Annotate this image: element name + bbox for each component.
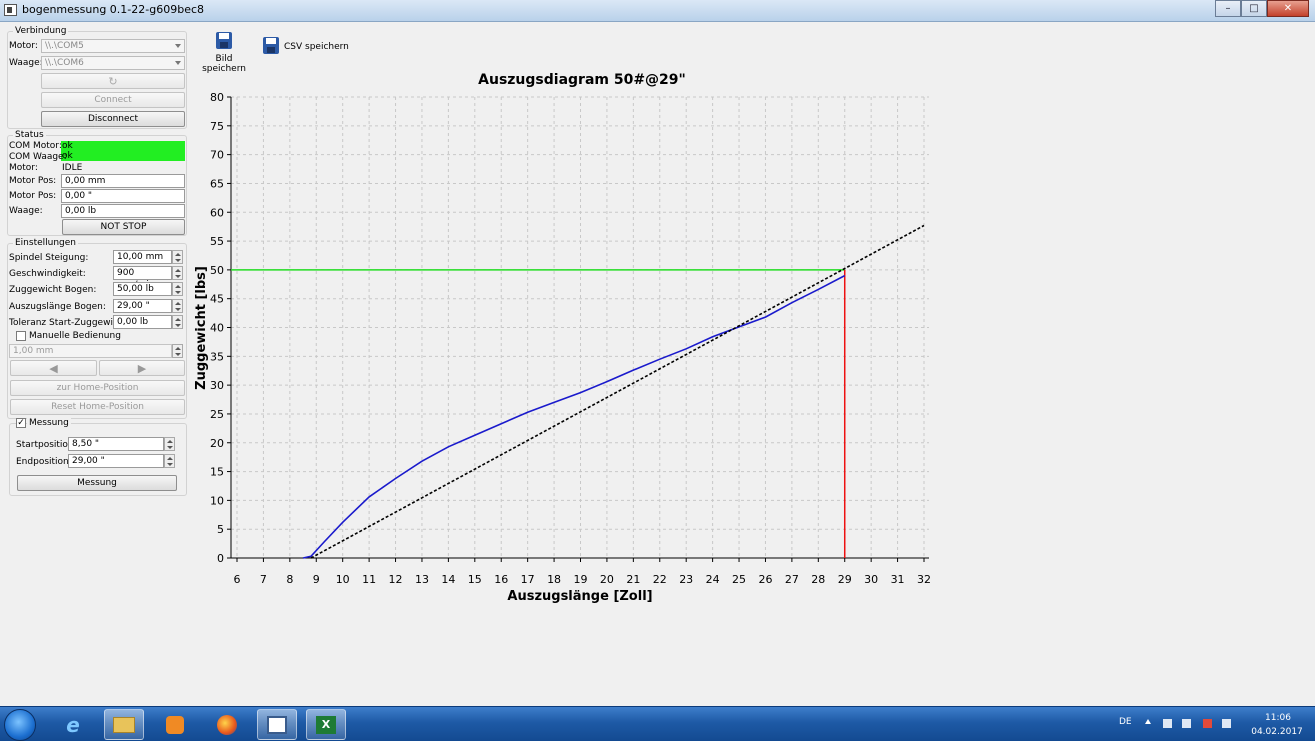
language-indicator[interactable]: DE (1119, 717, 1132, 727)
x-tick-label: 26 (758, 573, 772, 586)
x-tick-label: 19 (574, 573, 588, 586)
x-tick-label: 31 (891, 573, 905, 586)
y-tick-label: 45 (210, 293, 224, 306)
x-tick-label: 9 (313, 573, 320, 586)
x-tick-label: 15 (468, 573, 482, 586)
y-tick-label: 50 (210, 264, 224, 277)
draw-length-chart: Auszugsdiagram 50#@29" Auszugslänge [Zol… (194, 72, 931, 604)
app-taskbar-icon[interactable] (257, 709, 297, 740)
x-tick-label: 25 (732, 573, 746, 586)
measured-curve (302, 274, 846, 559)
excel-icon[interactable]: X (306, 709, 346, 740)
x-tick-label: 28 (811, 573, 825, 586)
y-tick-label: 65 (210, 177, 224, 190)
x-tick-label: 7 (260, 573, 267, 586)
x-tick-label: 6 (234, 573, 241, 586)
y-tick-label: 70 (210, 149, 224, 162)
y-tick-label: 10 (210, 494, 224, 507)
x-tick-label: 12 (389, 573, 403, 586)
y-tick-label: 75 (210, 120, 224, 133)
y-tick-label: 80 (210, 91, 224, 104)
y-tick-label: 0 (217, 552, 224, 565)
y-tick-label: 30 (210, 379, 224, 392)
y-tick-label: 25 (210, 408, 224, 421)
y-tick-label: 15 (210, 466, 224, 479)
y-tick-label: 60 (210, 206, 224, 219)
x-tick-label: 8 (286, 573, 293, 586)
chart-grid (231, 96, 929, 558)
start-button[interactable] (4, 709, 36, 741)
y-tick-label: 5 (217, 523, 224, 536)
x-tick-label: 24 (706, 573, 720, 586)
flag-icon[interactable] (1163, 719, 1172, 728)
x-tick-label: 27 (785, 573, 799, 586)
x-tick-label: 22 (653, 573, 667, 586)
taskbar: e X DE 11:06 04.02.2017 (0, 706, 1315, 741)
volume-icon[interactable] (1222, 719, 1231, 728)
ie-icon[interactable]: e (53, 709, 93, 740)
clock-time[interactable]: 11:06 (1258, 713, 1298, 723)
x-tick-label: 32 (917, 573, 931, 586)
y-tick-label: 40 (210, 322, 224, 335)
media-player-icon[interactable] (155, 709, 195, 740)
x-tick-label: 21 (626, 573, 640, 586)
chart-ticks: 0 5 10 15 20 25 30 35 40 45 50 55 60 65 70 75 80 6 7 8 9 10 11… (210, 91, 931, 586)
x-tick-label: 16 (494, 573, 508, 586)
y-axis-label: Zuggewicht [lbs] (194, 266, 209, 390)
firefox-icon[interactable] (207, 709, 247, 740)
network-icon[interactable] (1203, 719, 1212, 728)
clock-date[interactable]: 04.02.2017 (1247, 727, 1307, 737)
x-tick-label: 23 (679, 573, 693, 586)
x-tick-label: 10 (336, 573, 350, 586)
x-tick-label: 18 (547, 573, 561, 586)
chart-series (231, 224, 925, 559)
chart-title: Auszugsdiagram 50#@29" (478, 72, 686, 88)
y-tick-label: 55 (210, 235, 224, 248)
y-tick-label: 35 (210, 350, 224, 363)
x-tick-label: 29 (838, 573, 852, 586)
y-tick-label: 20 (210, 437, 224, 450)
x-tick-label: 20 (600, 573, 614, 586)
x-axis-label: Auszugslänge [Zoll] (507, 589, 652, 604)
explorer-icon[interactable] (104, 709, 144, 740)
x-tick-label: 11 (362, 573, 376, 586)
x-tick-label: 13 (415, 573, 429, 586)
x-tick-label: 30 (864, 573, 878, 586)
x-tick-label: 17 (521, 573, 535, 586)
device-icon[interactable] (1182, 719, 1191, 728)
x-tick-label: 14 (441, 573, 455, 586)
show-hidden-icons-icon[interactable] (1145, 719, 1151, 724)
linear-reference-line (310, 224, 925, 559)
